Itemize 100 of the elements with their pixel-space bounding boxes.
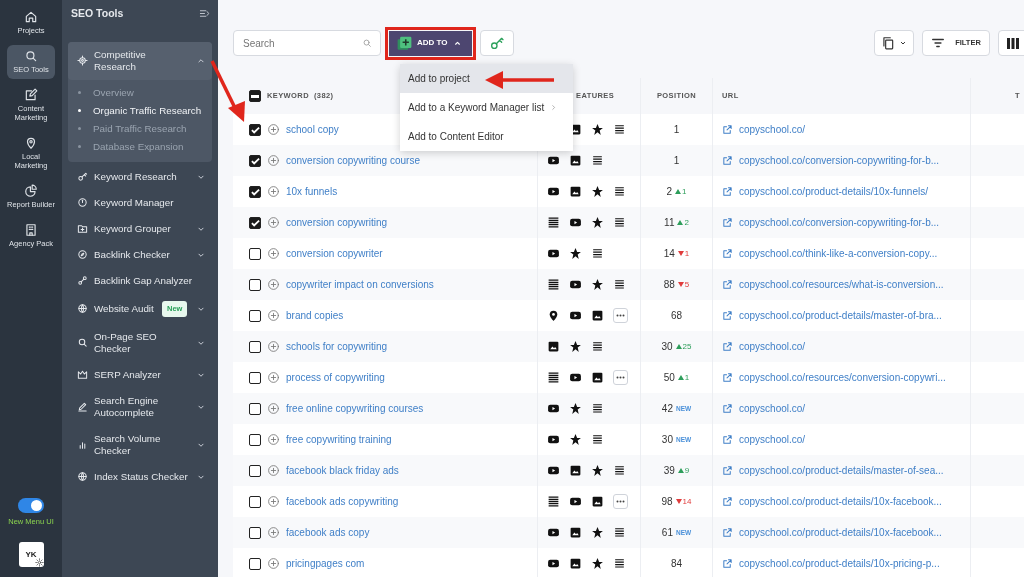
position-value: 30 (661, 433, 673, 447)
url-link[interactable]: copyschool.co/resources/what-is-conversion... (739, 277, 944, 292)
keyword-link[interactable]: pricingpages com (286, 556, 365, 571)
add-circle-icon[interactable] (267, 185, 280, 198)
menu-item[interactable]: Add to a Keyword Manager list (400, 93, 573, 122)
keyword-link[interactable]: facebook ads copywriting (286, 494, 399, 509)
row-checkbox[interactable] (249, 216, 261, 229)
keyword-link[interactable]: facebook black friday ads (286, 463, 399, 478)
add-circle-icon[interactable] (267, 154, 280, 167)
pie-chart-icon (24, 184, 38, 198)
row-checkbox[interactable] (249, 123, 261, 136)
select-all-checkbox[interactable] (249, 90, 261, 102)
sidebar-item[interactable]: Backlink Gap Analyzer (68, 267, 212, 294)
add-circle-icon[interactable] (267, 464, 280, 477)
sidebar-item[interactable]: Keyword Research (68, 163, 212, 190)
add-circle-icon[interactable] (267, 247, 280, 260)
add-circle-icon[interactable] (267, 526, 280, 539)
sidebar-item[interactable]: SERP Analyzer (68, 361, 212, 388)
row-checkbox[interactable] (249, 526, 261, 539)
add-circle-icon[interactable] (267, 278, 280, 291)
row-checkbox[interactable] (249, 154, 261, 167)
keyword-link[interactable]: brand copies (286, 308, 344, 323)
row-checkbox[interactable] (249, 495, 261, 508)
add-circle-icon[interactable] (267, 557, 280, 570)
menu-item[interactable]: Add to project (400, 64, 573, 93)
search-field[interactable]: Search (233, 30, 381, 56)
url-link[interactable]: copyschool.co/ (739, 339, 806, 354)
keyword-link[interactable]: copywriter impact on conversions (286, 277, 434, 292)
keyword-link[interactable]: free online copywriting courses (286, 401, 424, 416)
add-circle-icon[interactable] (267, 402, 280, 415)
url-link[interactable]: copyschool.co/product-details/10x-pricing-p... (739, 556, 940, 571)
keyword-link[interactable]: school copy (286, 122, 339, 137)
avatar[interactable]: YK (18, 542, 44, 567)
keyword-link[interactable]: free copywriting training (286, 432, 392, 447)
keyword-link[interactable]: schools for copywriting (286, 339, 388, 354)
url-link[interactable]: copyschool.co/conversion-copywriting-for-b... (739, 153, 940, 168)
url-link[interactable]: copyschool.co/product-details/master-of-sea... (739, 463, 944, 478)
external-link-icon (722, 496, 733, 507)
submenu-item[interactable]: Database Expansion (68, 137, 212, 156)
keyword-link[interactable]: 10x funnels (286, 184, 338, 199)
keyword-link[interactable]: conversion copywriter (286, 246, 383, 261)
url-link[interactable]: copyschool.co/conversion-copywriting-for-b... (739, 215, 940, 230)
row-checkbox[interactable] (249, 464, 261, 477)
pencil-icon (77, 401, 88, 413)
external-link-icon (722, 372, 733, 383)
sidebar-item[interactable]: Index Status Checker (68, 463, 212, 490)
keyword-link[interactable]: conversion copywriting (286, 215, 388, 230)
add-circle-icon[interactable] (267, 495, 280, 508)
row-checkbox[interactable] (249, 340, 261, 353)
sidebar-item[interactable]: Keyword Manager (68, 189, 212, 216)
url-link[interactable]: copyschool.co/resources/conversion-copywri... (739, 370, 946, 385)
external-link-icon (722, 186, 733, 197)
edit-icon (24, 88, 38, 102)
external-link-icon (722, 155, 733, 166)
sidebar-item[interactable]: Search Volume Checker (68, 425, 212, 464)
sidebar-item[interactable]: On-Page SEO Checker (68, 323, 212, 362)
sidebar-item[interactable]: Backlink Checker (68, 241, 212, 268)
keyword-link[interactable]: process of copywriting (286, 370, 385, 385)
row-checkbox[interactable] (249, 371, 261, 384)
submenu-item[interactable]: Paid Traffic Research (68, 119, 212, 138)
add-circle-icon[interactable] (267, 340, 280, 353)
gear-icon (34, 558, 44, 567)
sidebar-item[interactable]: Keyword Grouper (68, 215, 212, 242)
keyword-button[interactable] (479, 30, 514, 56)
url-link[interactable]: copyschool.co/product-details/master-of-bra... (739, 308, 942, 323)
add-circle-icon[interactable] (267, 309, 280, 322)
row-checkbox[interactable] (249, 278, 261, 291)
sidebar-item[interactable]: Search Engine Autocomplete (68, 387, 212, 426)
url-link[interactable]: copyschool.co/product-details/10x-funnels/ (739, 184, 928, 199)
url-link[interactable]: copyschool.co/ (739, 432, 806, 447)
minus-icon (251, 94, 259, 98)
add-circle-icon[interactable] (267, 371, 280, 384)
copy-button[interactable] (874, 30, 914, 56)
url-link[interactable]: copyschool.co/ (739, 122, 806, 137)
collapse-menu-icon[interactable] (199, 8, 210, 20)
url-link[interactable]: copyschool.co/product-details/10x-facebook... (739, 494, 942, 509)
row-checkbox[interactable] (249, 309, 261, 322)
keyword-link[interactable]: conversion copywriting course (286, 153, 420, 168)
add-circle-icon[interactable] (267, 433, 280, 446)
row-checkbox[interactable] (249, 557, 261, 570)
row-checkbox[interactable] (249, 185, 261, 198)
toggle-switch[interactable] (18, 497, 44, 513)
add-circle-icon[interactable] (267, 216, 280, 229)
external-link-icon (722, 279, 733, 290)
url-link[interactable]: copyschool.co/ (739, 401, 806, 416)
submenu-item[interactable]: Organic Traffic Research (68, 101, 212, 120)
submenu-item[interactable]: Overview (68, 83, 212, 102)
row-checkbox[interactable] (249, 247, 261, 260)
add-circle-icon[interactable] (267, 123, 280, 136)
add-to-button[interactable]: ADD TO (389, 30, 472, 56)
sidebar-item[interactable]: Competitive Research (68, 41, 212, 80)
menu-item[interactable]: Add to Content Editor (400, 122, 573, 151)
url-link[interactable]: copyschool.co/think-like-a-conversion-copy... (739, 246, 938, 261)
external-link-icon (722, 434, 733, 445)
caret-icon (899, 39, 907, 47)
row-checkbox[interactable] (249, 402, 261, 415)
keyword-link[interactable]: facebook ads copy (286, 525, 370, 540)
add-square-icon (397, 35, 412, 51)
url-link[interactable]: copyschool.co/product-details/10x-facebook... (739, 525, 942, 540)
row-checkbox[interactable] (249, 433, 261, 446)
